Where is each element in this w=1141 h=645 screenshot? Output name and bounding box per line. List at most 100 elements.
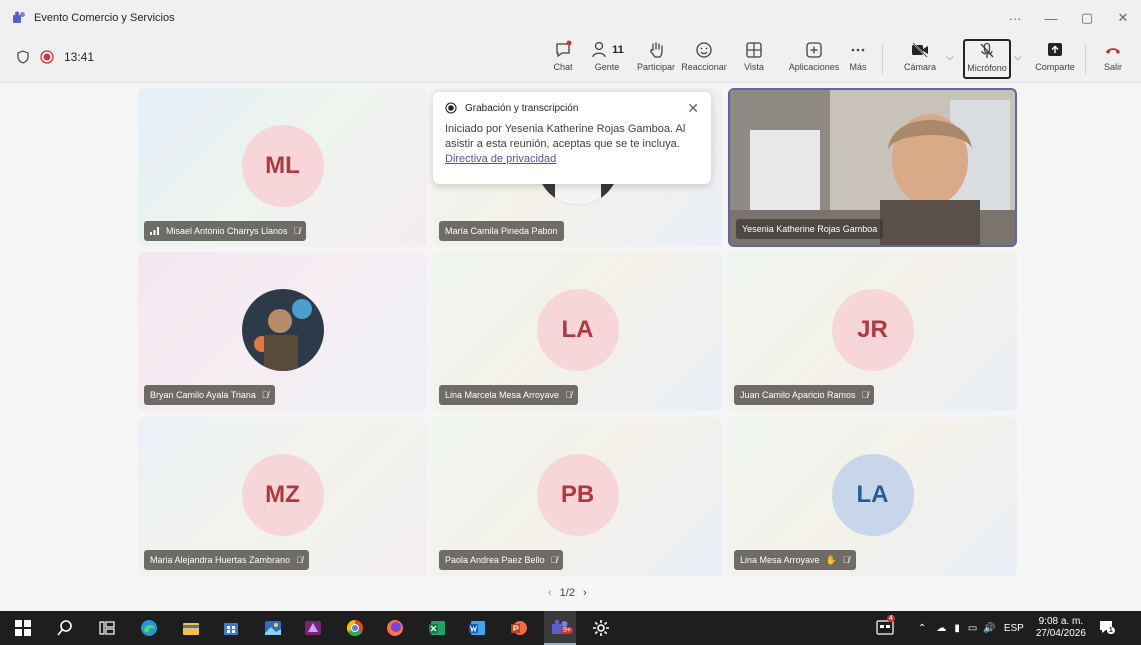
previous-page-button[interactable]: ‹	[548, 587, 552, 599]
popup-body: Iniciado por Yesenia Katherine Rojas Gam…	[445, 123, 686, 150]
settings-gear-icon[interactable]	[592, 619, 610, 637]
participant-name-tag: Yesenia Katherine Rojas Gamboa	[736, 219, 884, 239]
photos-app-icon[interactable]	[264, 619, 282, 637]
file-explorer-icon[interactable]	[182, 619, 200, 637]
participant-tile[interactable]: LA Lina Marcela Mesa Arroyave 🎙̸	[433, 252, 722, 411]
avatar: ML	[241, 124, 324, 207]
power-apps-icon[interactable]	[304, 619, 322, 637]
window-title: Evento Comercio y Servicios	[34, 12, 175, 24]
participant-name-tag: María Camila Pineda Pabon	[439, 221, 564, 241]
participant-name-tag: Paola Andrea Paez Bello 🎙̸	[439, 550, 564, 570]
avatar: MZ	[241, 453, 324, 536]
people-button[interactable]: 11 Gente	[584, 40, 630, 72]
participant-tile[interactable]: Bryan Camilo Ayala Triana 🎙̸	[138, 252, 427, 411]
camera-button[interactable]: Cámara	[897, 40, 943, 72]
people-icon	[592, 41, 606, 58]
onedrive-icon[interactable]: ☁	[936, 623, 946, 634]
participant-tile[interactable]: LA Lina Mesa Arroyave ✋ 🎙̸	[728, 417, 1017, 576]
signal-bars-icon	[150, 227, 159, 235]
teams-icon	[13, 11, 25, 23]
mic-off-icon	[980, 42, 994, 58]
edge-browser-icon[interactable]	[140, 619, 158, 637]
volume-icon[interactable]: 🔊	[983, 623, 995, 634]
participant-tile[interactable]: JR Juan Camilo Aparicio Ramos 🎙̸	[728, 252, 1017, 411]
mic-muted-icon: 🎙̸	[565, 390, 572, 400]
show-hidden-icons-chevron-icon[interactable]: ⌃	[918, 623, 926, 634]
clock[interactable]: 9:08 a. m. 27/04/2026	[1036, 616, 1086, 640]
clock-time: 9:08 a. m.	[1038, 616, 1084, 627]
tray-badge: 4	[887, 615, 895, 622]
participant-video-tile[interactable]: Yesenia Katherine Rojas Gamboa	[728, 88, 1017, 247]
title-bar: Evento Comercio y Servicios ··· — ▢ ✕	[0, 0, 1141, 36]
camera-off-icon	[912, 42, 928, 58]
hand-icon	[650, 42, 663, 58]
shield-icon[interactable]	[16, 50, 30, 64]
mic-options-chevron-icon[interactable]: ⌵	[1014, 52, 1022, 63]
avatar: LA	[536, 288, 619, 371]
mic-muted-icon: 🎙̸	[293, 226, 301, 236]
avatar: LA	[831, 453, 914, 536]
chat-icon	[556, 40, 572, 58]
mic-muted-icon: 🎙̸	[842, 555, 850, 565]
excel-icon[interactable]	[428, 619, 446, 637]
word-icon[interactable]	[468, 619, 486, 637]
raise-hand-button[interactable]: Participar	[633, 40, 679, 72]
share-screen-icon	[1048, 43, 1062, 56]
next-page-button[interactable]: ›	[583, 587, 587, 599]
profile-photo	[241, 288, 324, 371]
firefox-icon[interactable]	[386, 619, 404, 637]
search-icon[interactable]	[56, 619, 74, 637]
microphone-button[interactable]: Micrófono	[963, 39, 1011, 79]
close-icon[interactable]: ✕	[687, 100, 699, 117]
close-button[interactable]: ✕	[1105, 10, 1141, 26]
teams-taskbar-item[interactable]: 9+	[544, 611, 576, 645]
avatar: PB	[536, 453, 619, 536]
notifications-button[interactable]: 1	[1098, 619, 1116, 637]
participant-tile[interactable]: PB Paola Andrea Paez Bello 🎙̸	[433, 417, 722, 576]
ellipsis-icon	[851, 48, 865, 52]
teams-badge: 9+	[561, 627, 573, 634]
grid-view-icon	[746, 42, 762, 58]
share-button[interactable]: Comparte	[1030, 40, 1080, 72]
leave-button[interactable]: Salir	[1093, 40, 1133, 72]
page-navigator: ‹ 1/2 ›	[548, 587, 587, 599]
mic-muted-icon: 🎙̸	[261, 390, 269, 400]
window-controls: ··· — ▢ ✕	[997, 0, 1141, 36]
participant-name-tag: Maria Alejandra Huertas Zambrano 🎙̸	[144, 550, 309, 570]
mic-muted-icon: 🎙̸	[296, 555, 303, 565]
participant-tile[interactable]: ML Misael Antonio Charrys Llanos 🎙̸	[138, 88, 427, 247]
chat-button[interactable]: Chat	[540, 40, 586, 72]
clock-date: 27/04/2026	[1035, 628, 1086, 639]
react-button[interactable]: Reaccionar	[681, 40, 727, 72]
tray-app-icon[interactable]: 4	[876, 615, 896, 637]
network-icon[interactable]: ▭	[968, 623, 977, 634]
toolbar-separator	[1085, 44, 1086, 74]
participant-name-tag: Misael Antonio Charrys Llanos 🎙̸	[144, 221, 307, 241]
language-indicator[interactable]: ESP	[1004, 623, 1024, 634]
restore-button[interactable]: ▢	[1069, 10, 1105, 26]
camera-options-chevron-icon[interactable]: ⌵	[946, 52, 954, 63]
participant-tile[interactable]: MZ Maria Alejandra Huertas Zambrano 🎙̸	[138, 417, 427, 576]
record-dot-icon	[445, 102, 457, 114]
task-view-icon[interactable]	[98, 619, 116, 637]
more-options-icon[interactable]: ···	[997, 11, 1033, 26]
usb-icon[interactable]: ▮	[954, 623, 960, 634]
minimize-button[interactable]: —	[1033, 11, 1069, 26]
people-count: 11	[612, 44, 624, 56]
participant-name-tag: Bryan Camilo Ayala Triana 🎙̸	[144, 385, 275, 405]
store-icon[interactable]	[222, 619, 240, 637]
mic-muted-icon: 🎙̸	[550, 555, 558, 565]
windows-start-icon[interactable]	[14, 619, 32, 637]
mic-muted-icon: 🎙̸	[861, 390, 869, 400]
view-button[interactable]: Vista	[731, 40, 777, 72]
apps-button[interactable]: Aplicaciones	[786, 40, 842, 72]
windows-taskbar: 9+ 4 ⌃ ☁ ▮ ▭ 🔊 ESP 9:08 a. m. 27/04/2026…	[0, 611, 1141, 645]
powerpoint-icon[interactable]	[510, 619, 528, 637]
participant-name-tag: Juan Camilo Aparicio Ramos 🎙̸	[734, 385, 875, 405]
meeting-timer: 13:41	[64, 50, 95, 64]
participant-name-tag: Lina Marcela Mesa Arroyave 🎙̸	[439, 385, 578, 405]
chrome-icon[interactable]	[346, 619, 364, 637]
smiley-icon	[696, 42, 712, 58]
privacy-policy-link[interactable]: Directiva de privacidad	[445, 153, 556, 165]
more-button[interactable]: Más	[835, 40, 881, 72]
